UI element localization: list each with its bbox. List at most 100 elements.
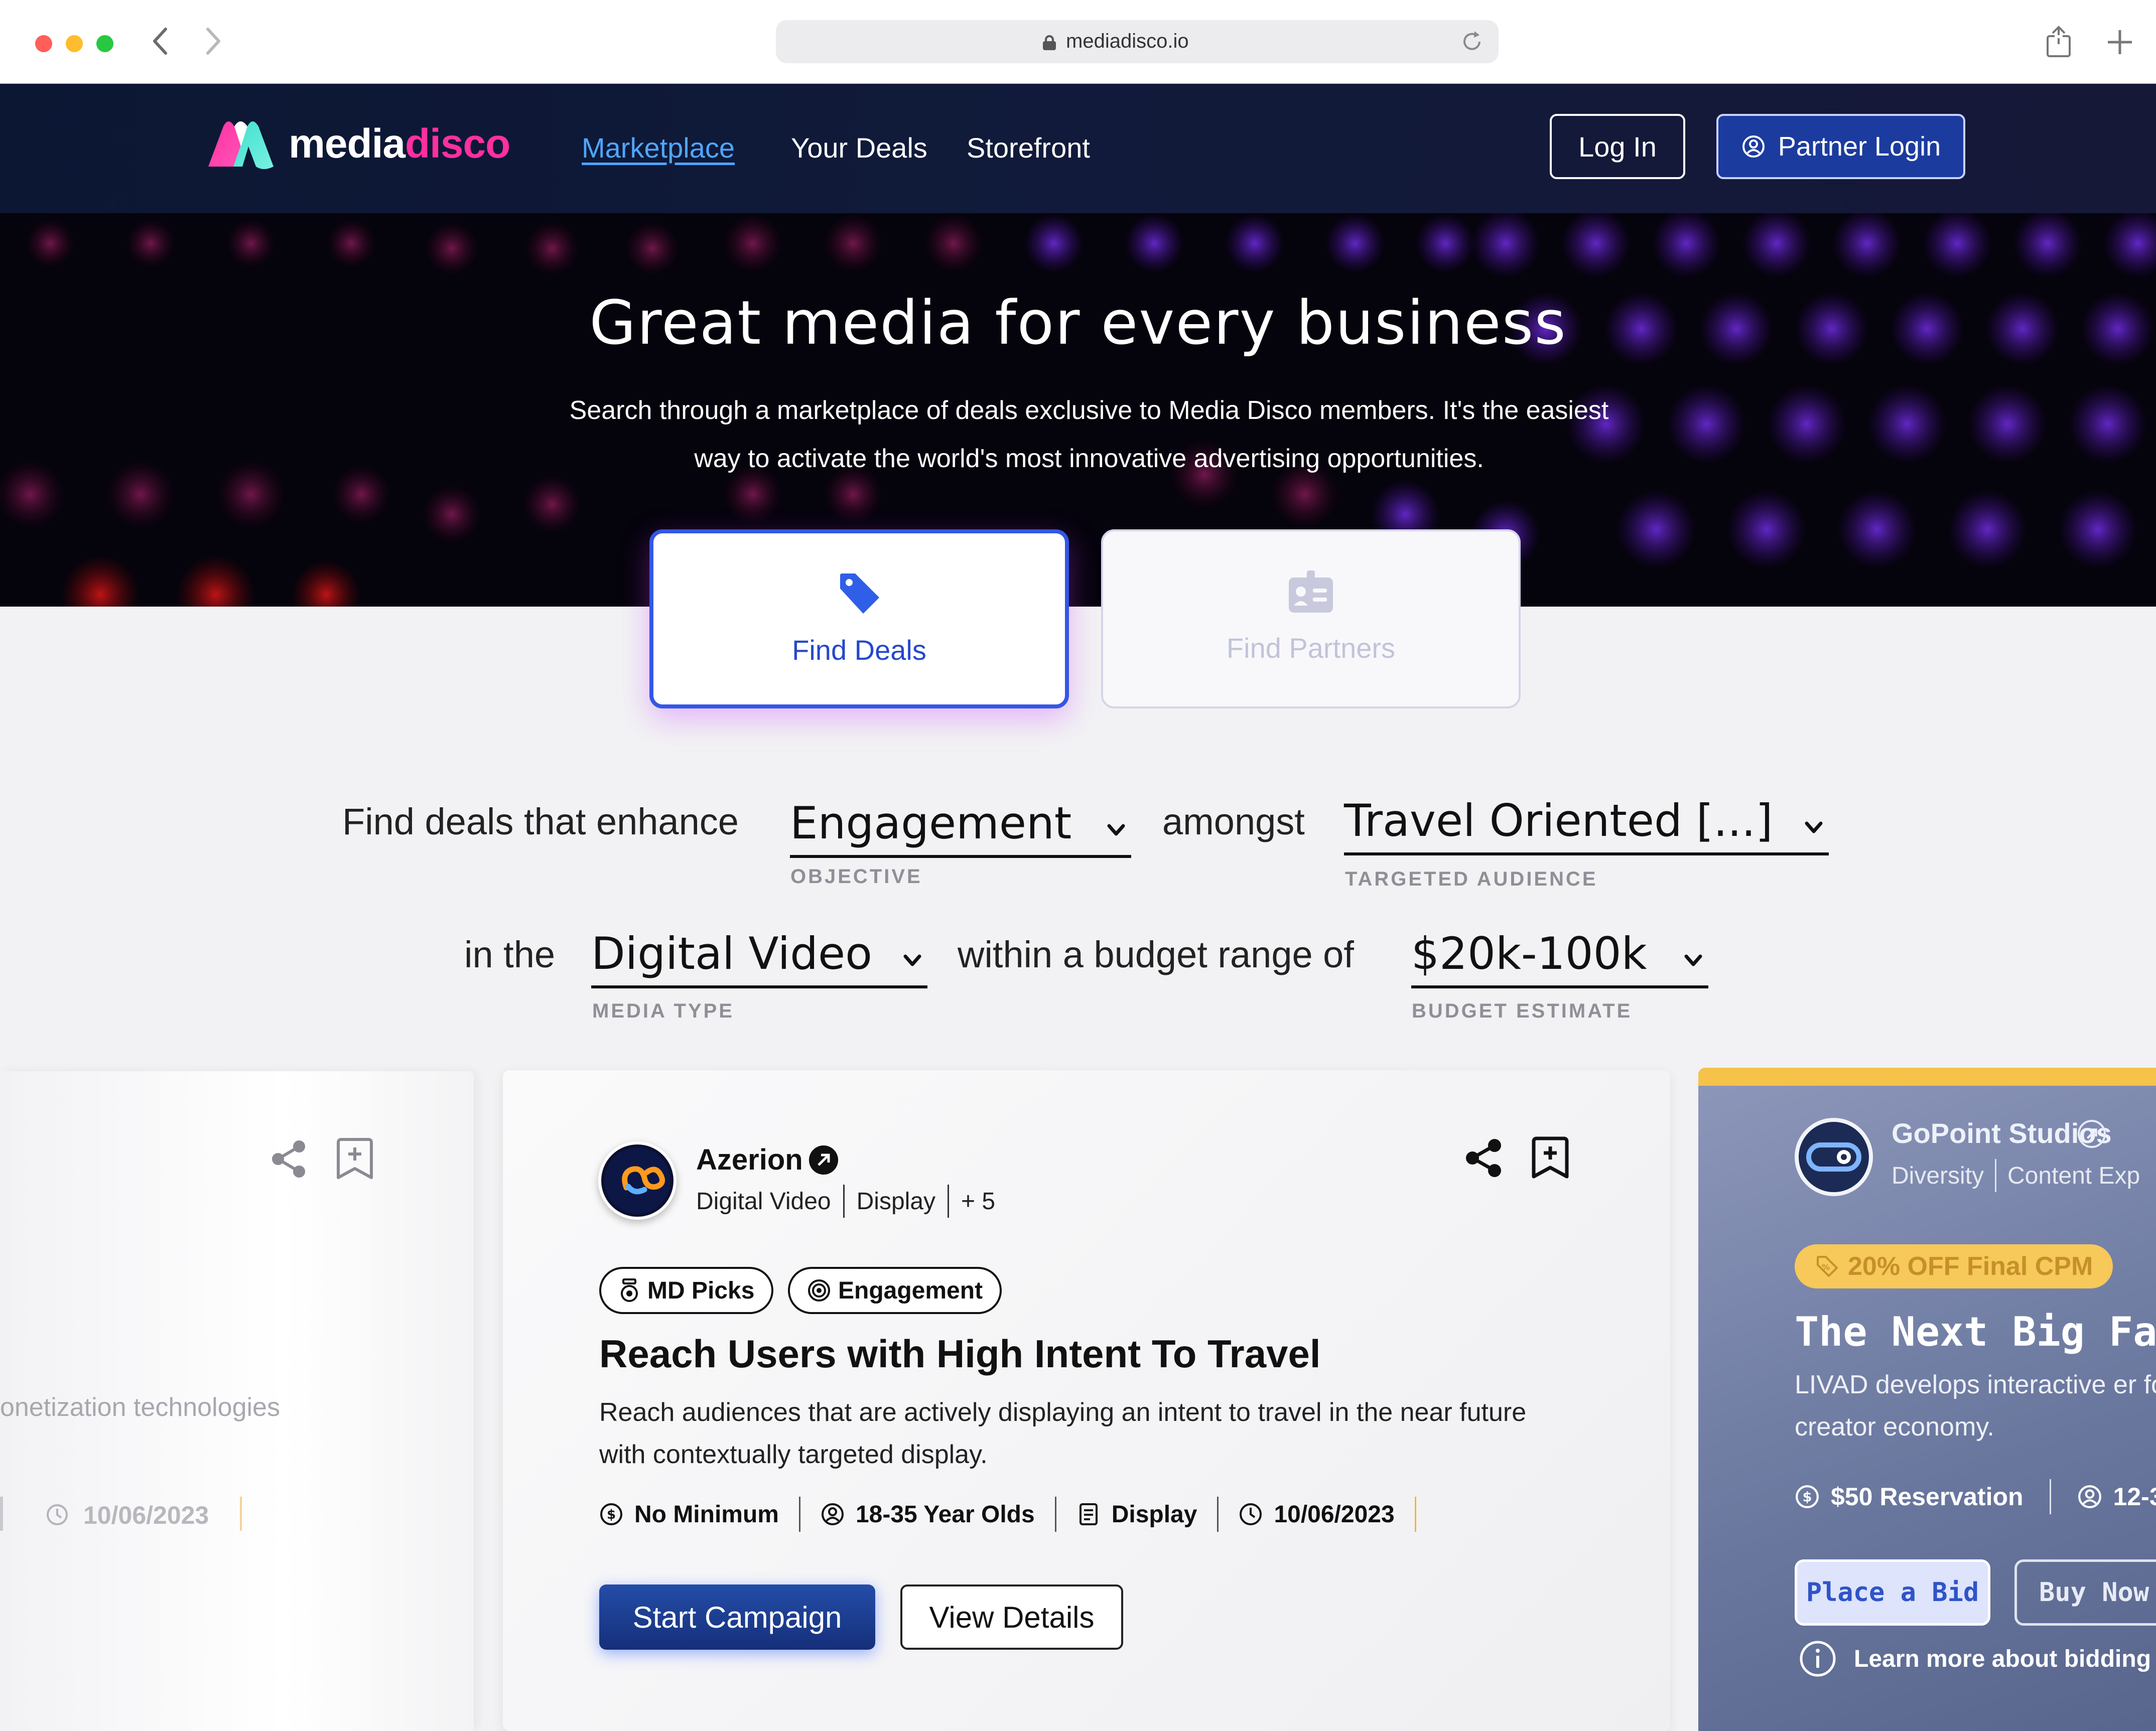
bookmark-add-icon[interactable] <box>1528 1134 1573 1180</box>
find-partners-card[interactable]: Find Partners <box>1101 529 1521 708</box>
start-campaign-button[interactable]: Start Campaign <box>599 1584 875 1650</box>
site-header: mediadisco Marketplace Your Deals Storef… <box>0 84 2156 213</box>
new-tab-icon[interactable] <box>2104 26 2136 58</box>
partner-login-label: Partner Login <box>1778 131 1941 162</box>
svg-text:%: % <box>1822 1262 1830 1272</box>
deal-card-left[interactable]: onetization technologies 10/06/2023 <box>0 1071 474 1731</box>
chevron-down-icon <box>1684 954 1702 966</box>
meta-reservation: $50 Reservation <box>1831 1483 2024 1511</box>
left-card-date: 10/06/2023 <box>83 1501 209 1529</box>
logo[interactable]: mediadisco <box>203 116 510 172</box>
objective-caption: OBJECTIVE <box>790 866 922 888</box>
tag-icon <box>840 573 879 614</box>
chevron-left-icon[interactable] <box>151 26 171 56</box>
publisher-avatar <box>598 1141 677 1220</box>
tag-item: Display <box>856 1188 936 1215</box>
id-badge-icon <box>1289 570 1333 613</box>
share-icon[interactable] <box>2046 25 2072 57</box>
deal-title[interactable]: The Next Big Fas <box>1795 1309 2156 1355</box>
address-bar[interactable]: mediadisco.io <box>776 20 1499 63</box>
objective-value: Engagement <box>790 797 1072 849</box>
award-icon <box>621 1278 638 1302</box>
browser-chrome: mediadisco.io <box>0 0 2156 84</box>
svg-text:$: $ <box>1803 1489 1812 1505</box>
clock-icon <box>47 1504 68 1525</box>
audience-value: Travel Oriented [...] <box>1344 795 1773 846</box>
url-text: mediadisco.io <box>1066 30 1189 52</box>
deal-meta: $ No Minimum 18-35 Year Olds Display 10/… <box>599 1497 1436 1532</box>
document-icon <box>1079 1503 1098 1525</box>
amongst-text: amongst <box>1162 801 1305 842</box>
audience-caption: TARGETED AUDIENCE <box>1345 868 1598 890</box>
tag-item: Diversity <box>1892 1162 1984 1189</box>
log-in-button[interactable]: Log In <box>1550 114 1685 179</box>
meta-date: 10/06/2023 <box>1239 1501 1395 1528</box>
external-link-icon[interactable] <box>2078 1120 2106 1148</box>
hero-subtitle: Search through a marketplace of deals ex… <box>569 396 1609 473</box>
deal-card[interactable]: Azerion Digital Video Display + 5 MD Pic… <box>503 1070 1670 1731</box>
in-the-text: in the <box>464 934 556 975</box>
deal-description: LIVAD develops interactive er for the cr… <box>1795 1370 2156 1441</box>
discount-label: 20% OFF Final CPM <box>1848 1252 2093 1281</box>
nav-link-storefront[interactable]: Storefront <box>967 131 1090 164</box>
minimize-window-button[interactable] <box>66 35 83 52</box>
tag-item: Digital Video <box>696 1188 831 1215</box>
md-picks-pill: MD Picks <box>599 1267 774 1314</box>
publisher-avatar <box>1795 1118 1873 1196</box>
share-icon[interactable] <box>1461 1135 1507 1181</box>
media-type-caption: MEDIA TYPE <box>592 1000 734 1022</box>
meta-format: Display <box>1076 1501 1197 1528</box>
external-link-icon[interactable] <box>809 1145 838 1175</box>
bookmark-add-icon[interactable] <box>332 1135 377 1181</box>
meta-audience: 12-32 <box>2113 1483 2156 1511</box>
view-details-label: View Details <box>929 1600 1095 1634</box>
tag-item: Content Exp <box>2007 1162 2140 1189</box>
svg-text:$: $ <box>607 1507 616 1522</box>
reload-icon[interactable] <box>1459 29 1485 54</box>
find-partners-label: Find Partners <box>1226 632 1396 664</box>
tag-more[interactable]: + 5 <box>961 1188 995 1215</box>
find-deals-card[interactable]: Find Deals <box>649 529 1069 708</box>
divider <box>0 1497 3 1531</box>
chevron-right-icon[interactable] <box>203 26 223 56</box>
nav-link-marketplace[interactable]: Marketplace <box>582 131 735 164</box>
learn-more-label: Learn more about bidding <box>1854 1645 2151 1672</box>
buy-now-button[interactable]: Buy Now <box>2014 1559 2156 1626</box>
close-window-button[interactable] <box>35 35 52 52</box>
chevron-down-icon <box>903 954 921 966</box>
maximize-window-button[interactable] <box>96 35 113 52</box>
deal-description: Reach audiences that are actively displa… <box>599 1398 1527 1469</box>
budget-select[interactable]: $20k-100k <box>1411 918 1708 988</box>
view-details-button[interactable]: View Details <box>900 1584 1123 1650</box>
find-deals-label: Find Deals <box>792 634 926 666</box>
hero-banner: Great media for every business Search th… <box>0 213 2156 607</box>
featured-bar <box>1698 1068 2156 1086</box>
md-picks-label: MD Picks <box>647 1277 755 1304</box>
partner-login-button[interactable]: Partner Login <box>1716 114 1965 179</box>
nav-link-your-deals[interactable]: Your Deals <box>791 131 927 164</box>
learn-more-bidding-link[interactable]: Learn more about bidding <box>1799 1640 2151 1678</box>
logo-mark-icon <box>208 121 274 169</box>
place-bid-button[interactable]: Place a Bid <box>1795 1559 1990 1626</box>
left-card-desc: onetization technologies <box>0 1393 280 1422</box>
budget-value: $20k-100k <box>1411 928 1647 979</box>
start-campaign-label: Start Campaign <box>632 1600 842 1634</box>
media-type-select[interactable]: Digital Video <box>591 918 927 988</box>
audience-select[interactable]: Travel Oriented [...] <box>1344 785 1829 855</box>
chevron-down-icon <box>1107 824 1125 836</box>
place-bid-label: Place a Bid <box>1806 1577 1979 1608</box>
divider <box>240 1497 242 1531</box>
deal-card-right[interactable]: GoPoint Studios Diversity Content Exp % … <box>1698 1068 2156 1731</box>
meta-minimum: $ No Minimum <box>599 1501 779 1528</box>
user-circle-icon <box>1742 135 1765 158</box>
share-icon[interactable] <box>266 1136 311 1182</box>
hero-title: Great media for every business <box>589 288 1567 358</box>
objective-select[interactable]: Engagement <box>790 788 1131 858</box>
log-in-label: Log In <box>1578 130 1657 163</box>
chevron-down-icon <box>1805 821 1823 833</box>
dollar-icon: $ <box>600 1503 622 1525</box>
deal-title[interactable]: Reach Users with High Intent To Travel <box>599 1331 1321 1377</box>
budget-caption: BUDGET ESTIMATE <box>1412 1000 1633 1022</box>
publisher-tags: Digital Video Display + 5 <box>696 1185 995 1218</box>
publisher-name[interactable]: Azerion <box>696 1143 803 1177</box>
